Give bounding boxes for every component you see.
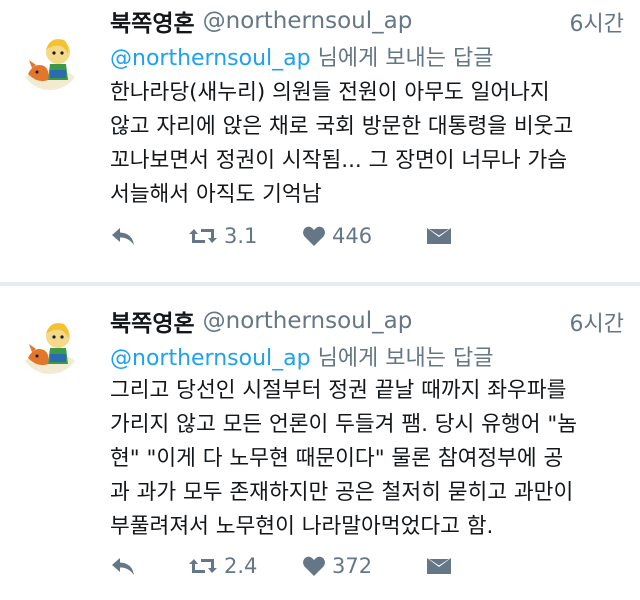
retweet-button[interactable]: 2.4 [188, 546, 257, 586]
user-handle[interactable]: @northernsoul_ap [203, 8, 413, 34]
reply-arrow-icon [112, 228, 134, 245]
reply-button[interactable] [110, 216, 136, 256]
retweet-icon [189, 229, 217, 243]
reply-arrow-icon [112, 558, 134, 575]
envelope-icon [427, 558, 451, 574]
tweet-text-line: 않고 자리에 앉은 채로 국회 방문한 대통령을 비웃고 [110, 114, 574, 139]
timestamp[interactable]: 6시간 [570, 306, 624, 338]
avatar-illustration-icon [20, 314, 80, 374]
replying-to-suffix: 님에게 보내는 답글 [310, 46, 494, 71]
replying-to-handle[interactable]: @northernsoul_ap [110, 46, 311, 71]
like-count: 446 [332, 224, 373, 248]
heart-icon [303, 556, 325, 576]
retweet-button[interactable]: 3.1 [188, 216, 257, 256]
like-button[interactable]: 446 [302, 216, 372, 256]
tweet-text-line: 꼬나보면서 정권이 시작됨... 그 장면이 너무나 가슴 [110, 148, 568, 173]
tweet-text-line: 부풀려져서 노무현이 나라말아먹었다고 함. [110, 514, 494, 539]
tweet-actions: 2.4 372 [104, 546, 624, 586]
tweet-header: 북쪽영혼 @northernsoul_ap [110, 4, 630, 40]
display-name[interactable]: 북쪽영혼 [110, 11, 195, 37]
tweet-text-line: 서늘해서 아직도 기억남 [110, 182, 322, 207]
replying-to-handle[interactable]: @northernsoul_ap [110, 346, 311, 371]
like-button[interactable]: 372 [302, 546, 372, 586]
avatar-illustration-icon [20, 30, 80, 90]
replying-to: @northernsoul_ap 님에게 보내는 답글 [110, 40, 630, 72]
direct-message-button[interactable] [426, 546, 452, 586]
tweet-text-line: 그리고 당선인 시절부터 정권 끝날 때까지 좌우파를 [110, 378, 567, 403]
tweet-text-line: 현" "이게 다 노무현 때문이다" 물론 참여정부에 공 [110, 446, 564, 471]
tweet-text: 한나라당(새누리) 의원들 전원이 아무도 일어나지 않고 자리에 앉은 채로 … [110, 76, 628, 212]
avatar[interactable] [20, 30, 80, 90]
tweet-card[interactable]: 북쪽영혼 @northernsoul_ap 6시간 @northernsoul_a… [0, 0, 640, 282]
tweet-text: 그리고 당선인 시절부터 정권 끝날 때까지 좌우파를 가리지 않고 모든 언론… [110, 374, 628, 544]
like-count: 372 [332, 554, 373, 578]
tweet-header: 북쪽영혼 @northernsoul_ap [110, 304, 630, 340]
tweet-card[interactable]: 북쪽영혼 @northernsoul_ap 6시간 @northernsoul_a… [0, 286, 640, 600]
retweet-icon [189, 559, 217, 573]
retweet-count: 2.4 [224, 554, 258, 578]
tweet-text-line: 가리지 않고 모든 언론이 두들겨 팸. 당시 유행어 "놈 [110, 412, 577, 437]
timestamp[interactable]: 6시간 [570, 6, 624, 38]
heart-icon [303, 226, 325, 246]
reply-button[interactable] [110, 546, 136, 586]
replying-to-suffix: 님에게 보내는 답글 [310, 346, 494, 371]
retweet-count: 3.1 [224, 224, 258, 248]
direct-message-button[interactable] [426, 216, 452, 256]
tweet-text-line: 과 과가 모두 존재하지만 공은 철저히 묻히고 과만이 [110, 480, 574, 505]
envelope-icon [427, 228, 451, 244]
replying-to: @northernsoul_ap 님에게 보내는 답글 [110, 340, 630, 372]
tweet-actions: 3.1 446 [104, 216, 624, 256]
tweet-text-line: 한나라당(새누리) 의원들 전원이 아무도 일어나지 [110, 80, 550, 105]
user-handle[interactable]: @northernsoul_ap [203, 308, 413, 334]
avatar[interactable] [20, 314, 80, 374]
display-name[interactable]: 북쪽영혼 [110, 311, 195, 337]
